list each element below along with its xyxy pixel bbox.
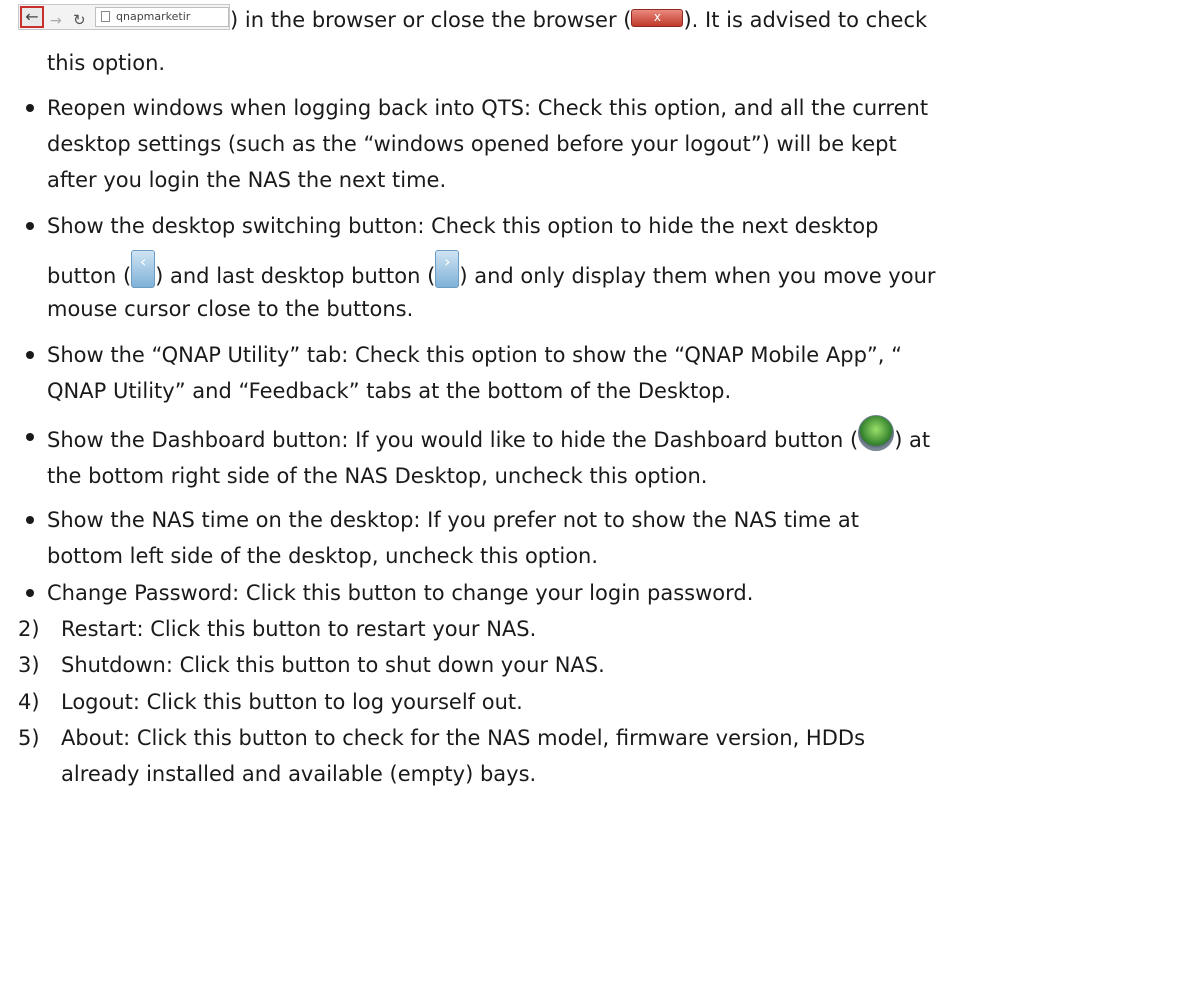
bullet-2-text-c: ) and only display them when you move yo… xyxy=(459,264,936,288)
bullet-2-text-b: ) and last desktop button ( xyxy=(155,264,436,288)
chevron-right-icon: › xyxy=(435,250,460,288)
bullet-4-line-1: Show the Dashboard button: If you would … xyxy=(47,415,931,459)
bullet-2-line-1: Show the desktop switching button: Check… xyxy=(47,214,879,238)
list-item-about: About: Click this button to check for th… xyxy=(61,726,866,750)
dashboard-icon xyxy=(858,415,895,451)
bullet-4-text-a: Show the Dashboard button: If you would … xyxy=(47,428,859,452)
close-icon: x xyxy=(631,9,684,27)
bullet-3-line-1: Show the “QNAP Utility” tab: Check this … xyxy=(47,343,903,367)
list-item-logout: Logout: Click this button to log yoursel… xyxy=(61,690,523,714)
bullet-dot xyxy=(26,433,34,441)
bullet-4-text-b: ) at xyxy=(894,428,931,452)
browser-nav-strip: ← → ↻ qnapmarketir xyxy=(18,4,230,30)
page-icon xyxy=(101,11,110,22)
bullet-3-line-2: QNAP Utility” and “Feedback” tabs at the… xyxy=(47,379,732,403)
bullet-5-line-2: bottom left side of the desktop, uncheck… xyxy=(47,544,599,568)
list-item-shutdown: Shutdown: Click this button to shut down… xyxy=(61,653,605,677)
bullet-1-line-3: after you login the NAS the next time. xyxy=(47,168,447,192)
reload-icon: ↻ xyxy=(73,11,86,29)
intro-text-b: ). It is advised to check xyxy=(683,8,928,32)
intro-line-1: ← → ↻ qnapmarketir ) in the browser or c… xyxy=(18,4,928,34)
list-number: 4) xyxy=(18,690,40,714)
address-bar-text: qnapmarketir xyxy=(116,10,191,23)
bullet-5-line-1: Show the NAS time on the desktop: If you… xyxy=(47,508,859,532)
bullet-1-line-1: Reopen windows when logging back into QT… xyxy=(47,96,929,120)
bullet-2-line-3: mouse cursor close to the buttons. xyxy=(47,297,414,321)
address-bar: qnapmarketir xyxy=(95,7,229,27)
bullet-dot xyxy=(26,104,34,112)
chevron-left-icon: ‹ xyxy=(131,250,156,288)
list-number: 2) xyxy=(18,617,40,641)
intro-text-a: ) in the browser or close the browser ( xyxy=(230,8,632,32)
bullet-dot xyxy=(26,222,34,230)
bullet-2-line-2: button (‹) and last desktop button (›) a… xyxy=(47,250,936,296)
list-number: 5) xyxy=(18,726,40,750)
bullet-dot xyxy=(26,516,34,524)
list-item-restart: Restart: Click this button to restart yo… xyxy=(61,617,537,641)
intro-line-2: this option. xyxy=(47,51,166,75)
bullet-6-line-1: Change Password: Click this button to ch… xyxy=(47,581,754,605)
back-arrow-icon: ← xyxy=(20,6,44,28)
bullet-4-line-2: the bottom right side of the NAS Desktop… xyxy=(47,464,708,488)
bullet-dot xyxy=(26,589,34,597)
list-number: 3) xyxy=(18,653,40,677)
forward-arrow-icon: → xyxy=(50,13,62,29)
bullet-dot xyxy=(26,351,34,359)
list-item-about-cont: already installed and available (empty) … xyxy=(61,762,537,786)
bullet-2-text-a: button ( xyxy=(47,264,132,288)
bullet-1-line-2: desktop settings (such as the “windows o… xyxy=(47,132,897,156)
